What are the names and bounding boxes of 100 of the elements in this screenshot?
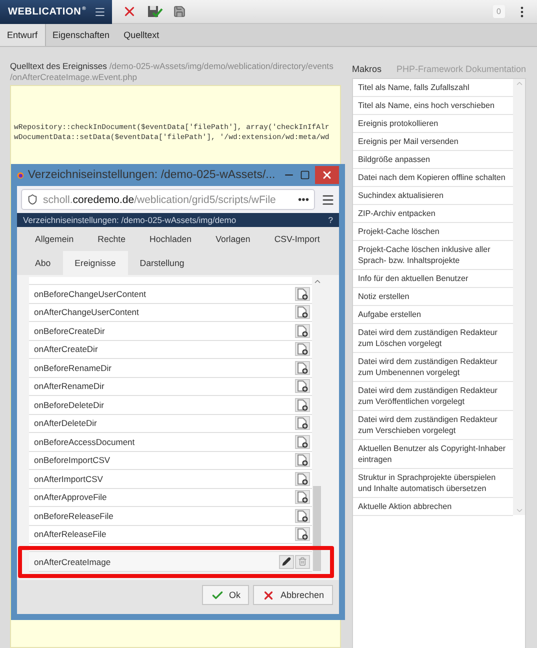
page-actions-button[interactable]: •••: [298, 194, 309, 206]
list-row[interactable]: onAfterCreateDir: [29, 340, 312, 359]
macro-item[interactable]: Aktuelle Aktion abbrechen: [353, 498, 513, 516]
event-name: onAfterCreateImage: [34, 556, 112, 566]
tab[interactable]: CSV-Import: [262, 227, 332, 251]
maximize-icon: [300, 170, 310, 180]
close-icon: [320, 169, 333, 181]
close-button[interactable]: [122, 4, 137, 19]
file-add-icon: [297, 343, 308, 356]
add-button[interactable]: [295, 416, 310, 430]
file-add-icon: [297, 454, 308, 466]
list-row[interactable]: onBeforeImportCSV: [29, 452, 312, 470]
pencil-icon: [282, 557, 291, 566]
tab[interactable]: Eigenschaften: [46, 24, 117, 46]
file-add-icon: [297, 528, 308, 540]
tab[interactable]: Rechte: [86, 227, 138, 251]
close-button[interactable]: [314, 166, 340, 184]
tab[interactable]: Entwurf: [0, 24, 46, 46]
menu-icon[interactable]: [321, 192, 335, 206]
tab[interactable]: Hochladen: [138, 227, 204, 251]
event-name: onBeforeCreateDir: [34, 326, 106, 336]
logo-text: WEBLICATION$^{®}$: [8, 6, 86, 18]
ok-button[interactable]: Ok: [202, 585, 250, 605]
add-button[interactable]: [295, 472, 310, 486]
file-add-icon: [297, 436, 308, 448]
edit-button[interactable]: [279, 554, 294, 568]
list-row[interactable]: onAfterDeleteDir: [29, 414, 312, 433]
event-name: onAfterImportCSV: [34, 474, 104, 484]
file-add-icon: [297, 324, 308, 337]
list-row[interactable]: onAfterRenameDir: [29, 378, 312, 396]
file-add-icon: [297, 288, 308, 300]
url-text: scholl.coredemo.de/weblication/grid5/scripts/wFile: [43, 194, 276, 206]
list-row[interactable]: onAfterChangeUserContent: [29, 304, 312, 322]
add-button[interactable]: [295, 398, 310, 412]
file-add-icon: [297, 398, 308, 411]
list-row[interactable]: onAfterApproveFile: [29, 488, 312, 507]
event-name: onAfterCreateDir: [34, 344, 99, 354]
close-icon: [122, 4, 137, 19]
source-label: Quelltext des Ereignisses /demo-025-wAssets/img/demo/weblication/directory/events /onAfterCreateImage.wEvent.php: [10, 60, 334, 84]
add-button[interactable]: [295, 508, 310, 523]
event-name: onBeforeImportCSV: [34, 455, 112, 466]
event-name: onAfterDeleteDir: [34, 418, 98, 428]
save-icon: [173, 5, 186, 18]
list-row[interactable]: onBeforeChangeUserContent: [29, 285, 312, 304]
event-name: onAfterRenameDir: [34, 381, 106, 392]
count-badge: 0: [492, 5, 505, 18]
tab[interactable]: Abo: [23, 251, 63, 275]
list-row[interactable]: onBeforeDeleteDir: [29, 396, 312, 414]
address-field[interactable]: scholl.coredemo.de/weblication/grid5/scripts/wFile •••: [21, 189, 315, 210]
event-name: onBeforeDeleteDir: [34, 400, 105, 410]
window-title: Verzeichniseinstellungen: /demo-025-wAssets/...: [28, 169, 276, 181]
file-add-icon: [297, 380, 308, 392]
event-name: onBeforeChangeUserContent: [34, 288, 147, 299]
trash-icon: [298, 557, 307, 566]
list-row[interactable]: onBeforeAccessDocument: [29, 433, 312, 452]
event-name: onAfterReleaseFile: [34, 529, 108, 540]
add-button[interactable]: [295, 360, 310, 375]
list-row[interactable]: onBeforeReleaseFile: [29, 507, 312, 526]
check-icon: [210, 588, 224, 602]
add-button[interactable]: [295, 490, 310, 504]
tab[interactable]: Ereignisse: [62, 251, 128, 275]
file-add-icon: [297, 362, 308, 374]
file-add-icon: [297, 491, 308, 504]
tab[interactable]: Vorlagen: [204, 227, 262, 251]
add-button[interactable]: [295, 453, 310, 468]
save-check-button[interactable]: [147, 4, 163, 18]
cancel-button[interactable]: Abbrechen: [253, 585, 333, 605]
add-button[interactable]: [295, 324, 310, 338]
event-name: onBeforeRenameDir: [34, 362, 112, 373]
file-add-icon: [297, 472, 308, 485]
help-button[interactable]: ?: [328, 215, 333, 225]
list-row[interactable]: onAfterImportCSV: [29, 470, 312, 488]
list-row[interactable]: onBeforeRenameDir: [29, 359, 312, 378]
cross-icon: [262, 588, 276, 602]
event-name: onAfterChangeUserContent: [34, 307, 140, 318]
event-name: onAfterApproveFile: [34, 492, 108, 502]
file-add-icon: [297, 510, 308, 522]
event-name: onBeforeReleaseFile: [34, 510, 114, 521]
add-button[interactable]: [295, 379, 310, 394]
add-button[interactable]: [295, 527, 310, 542]
save-button[interactable]: [173, 5, 186, 18]
list-row[interactable]: onAfterReleaseFile: [29, 526, 312, 544]
shield-icon[interactable]: [27, 194, 38, 205]
file-add-icon: [297, 306, 308, 318]
save-check-icon: [147, 4, 163, 18]
add-button[interactable]: [295, 434, 310, 449]
add-button[interactable]: [295, 305, 310, 320]
file-add-icon: [297, 417, 308, 430]
event-name: onBeforeAccessDocument: [34, 436, 136, 447]
dialog-title: Verzeichniseinstellungen: /demo-025-wAssets/img/demo: [23, 215, 236, 225]
list-row[interactable]: onAfterCreateImage: [29, 552, 312, 572]
add-button[interactable]: [295, 342, 310, 356]
scroll-up-icon[interactable]: [312, 277, 322, 286]
add-button[interactable]: [295, 286, 310, 301]
list-row[interactable]: onBeforeCreateDir: [29, 322, 312, 340]
tab[interactable]: Darstellung: [128, 251, 196, 275]
tab[interactable]: Allgemein: [23, 227, 86, 251]
tab[interactable]: Quelltext: [116, 24, 166, 46]
panel-tab[interactable]: Makros: [352, 64, 382, 74]
scroll-thumb[interactable]: [313, 486, 321, 571]
